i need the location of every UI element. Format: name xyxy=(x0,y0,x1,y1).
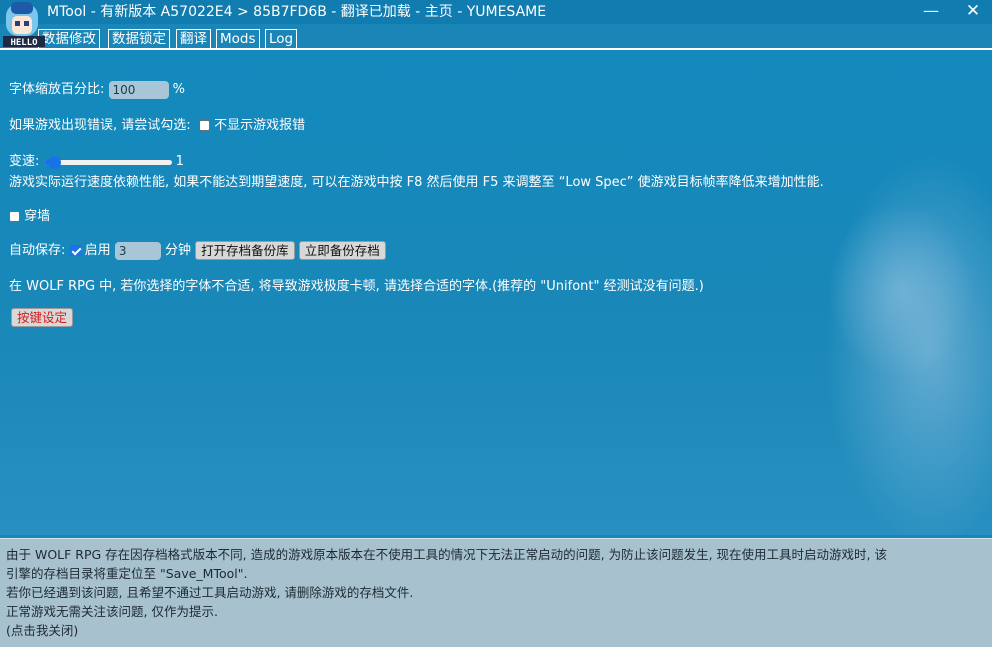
tab-label: 数据锁定 xyxy=(112,31,166,47)
keybind-row: 按键设定 xyxy=(11,308,74,327)
hide-errors-row: 如果游戏出现错误, 请尝试勾选: 不显示游戏报错 xyxy=(9,114,305,133)
font-scale-label: 字体缩放百分比: xyxy=(9,82,105,97)
main-panel: 字体缩放百分比: 100 % 如果游戏出现错误, 请尝试勾选: 不显示游戏报错 … xyxy=(0,50,992,535)
speed-hint: 游戏实际运行速度依赖性能, 如果不能达到期望速度, 可以在游戏中按 F8 然后使… xyxy=(9,175,824,190)
hide-errors-checkbox[interactable] xyxy=(198,120,210,131)
title-bar: MTool - 有新版本 A57022E4 > 85B7FD6B - 翻译已加载… xyxy=(0,0,992,24)
tab-translate[interactable]: 翻译 xyxy=(176,29,211,49)
speed-slider-track xyxy=(43,159,172,165)
app-logo: HELLO xyxy=(3,2,45,48)
wall-pass-row: 穿墙 xyxy=(9,205,50,224)
hide-errors-checkbox-label[interactable]: 不显示游戏报错 xyxy=(214,118,305,133)
keybind-settings-button[interactable]: 按键设定 xyxy=(11,308,74,327)
autosave-enable-label[interactable]: 启用 xyxy=(85,243,111,258)
speed-value: 1 xyxy=(175,154,184,169)
tab-label: 数据修改 xyxy=(42,31,96,47)
wall-pass-label[interactable]: 穿墙 xyxy=(24,209,50,224)
close-icon: ✕ xyxy=(965,1,981,21)
autosave-enable-checkbox[interactable] xyxy=(69,245,81,256)
minimize-icon: — xyxy=(923,1,939,20)
notice-line: 由于 WOLF RPG 存在因存档格式版本不同, 造成的游戏原本版本在不使用工具… xyxy=(6,547,887,562)
backup-now-button[interactable]: 立即备份存档 xyxy=(298,241,386,260)
autosave-minutes-input[interactable]: 3 xyxy=(114,241,161,260)
tab-log[interactable]: Log xyxy=(265,29,298,49)
notice-line: 正常游戏无需关注该问题, 仅作为提示. xyxy=(6,604,218,619)
speed-row: 变速: 1 xyxy=(9,150,184,169)
notice-line: 引擎的存档目录将重定位至 "Save_MTool". xyxy=(6,566,248,581)
notice-line: 若你已经遇到该问题, 且希望不通过工具启动游戏, 请删除游戏的存档文件. xyxy=(6,585,414,600)
autosave-row: 自动保存: 启用 3 分钟 打开存档备份库 立即备份存档 xyxy=(9,239,386,260)
close-button[interactable]: ✕ xyxy=(950,0,992,24)
speed-slider-thumb[interactable] xyxy=(47,155,61,169)
wall-pass-checkbox[interactable] xyxy=(9,211,20,222)
speed-label: 变速: xyxy=(9,154,40,169)
open-backup-library-button[interactable]: 打开存档备份库 xyxy=(195,241,295,260)
tab-mods[interactable]: Mods xyxy=(216,29,260,49)
font-scale-input[interactable]: 100 xyxy=(108,80,169,99)
logo-text: HELLO xyxy=(10,38,38,48)
speed-slider[interactable] xyxy=(43,155,172,169)
tab-label: Mods xyxy=(220,31,256,47)
tab-bar: 数据修改 数据锁定 翻译 Mods Log xyxy=(0,24,992,50)
font-scale-unit: % xyxy=(172,82,186,97)
autosave-minutes-unit: 分钟 xyxy=(164,243,191,258)
hide-errors-label: 如果游戏出现错误, 请尝试勾选: xyxy=(9,118,191,133)
notice-close-hint[interactable]: (点击我关闭) xyxy=(6,621,986,640)
minimize-button[interactable]: — xyxy=(908,0,954,24)
tab-label: Log xyxy=(269,31,294,47)
font-scale-row: 字体缩放百分比: 100 % xyxy=(9,78,185,99)
notice-panel[interactable]: 由于 WOLF RPG 存在因存档格式版本不同, 造成的游戏原本版本在不使用工具… xyxy=(0,538,992,647)
tab-data-lock[interactable]: 数据锁定 xyxy=(108,29,170,49)
autosave-label: 自动保存: xyxy=(9,243,66,258)
wolf-font-note: 在 WOLF RPG 中, 若你选择的字体不合适, 将导致游戏极度卡顿, 请选择… xyxy=(9,279,704,294)
tab-label: 翻译 xyxy=(180,31,207,47)
window-title: MTool - 有新版本 A57022E4 > 85B7FD6B - 翻译已加载… xyxy=(47,4,547,20)
